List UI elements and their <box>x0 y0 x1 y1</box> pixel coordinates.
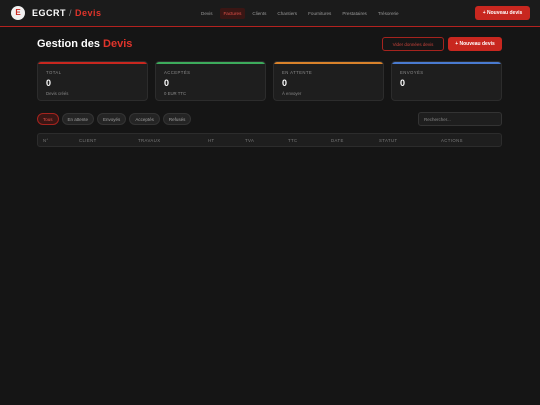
stat-card-pending: EN ATTENTE 0 À envoyer <box>273 61 384 101</box>
column-header-number[interactable]: N° <box>43 138 49 143</box>
column-header-actions[interactable]: ACTIONS <box>441 138 463 143</box>
nav-item-devis[interactable]: Devis <box>197 8 217 19</box>
nav-item-clients[interactable]: Clients <box>248 8 270 19</box>
nav-item-fournitures[interactable]: Fournitures <box>304 8 335 19</box>
stat-card-accent-bar <box>392 62 501 64</box>
stat-card-sent: ENVOYÉS 0 <box>391 61 502 101</box>
stat-label: ENVOYÉS <box>400 70 424 75</box>
nav-item-chantiers[interactable]: Chantiers <box>273 8 301 19</box>
stat-value: 0 <box>400 78 406 88</box>
top-navigation-bar: E EGCRT / Devis Devis Factures Clients Cha… <box>0 0 540 27</box>
search-input[interactable] <box>418 112 502 126</box>
stat-value: 0 <box>46 78 52 88</box>
stat-card-total: TOTAL 0 Devis créés <box>37 61 148 101</box>
stat-label: TOTAL <box>46 70 62 75</box>
new-quote-button[interactable]: + Nouveau devis <box>448 37 502 51</box>
stat-card-accepted: ACCEPTÉS 0 0 EUR TTC <box>155 61 266 101</box>
brand-name-main: EGCRT <box>32 8 66 18</box>
filter-pending[interactable]: En attente <box>61 113 95 125</box>
stat-label: EN ATTENTE <box>282 70 313 75</box>
stat-card-accent-bar <box>38 62 147 64</box>
filter-all[interactable]: Tous <box>37 113 59 125</box>
page-title-accent: Devis <box>103 38 133 50</box>
nav-item-tresorerie[interactable]: Trésorerie <box>374 8 403 19</box>
brand-separator: / <box>69 8 73 18</box>
stat-card-accent-bar <box>274 62 383 64</box>
stat-value: 0 <box>164 78 170 88</box>
stat-value: 0 <box>282 78 288 88</box>
column-header-works[interactable]: TRAVAUX <box>138 138 160 143</box>
nav-item-prestataires[interactable]: Prestataires <box>338 8 371 19</box>
column-header-ttc[interactable]: TTC <box>288 138 298 143</box>
clear-quotes-button[interactable]: Vider données devis <box>382 37 444 51</box>
nav-item-factures[interactable]: Factures <box>219 8 246 19</box>
column-header-date[interactable]: DATE <box>331 138 344 143</box>
filter-accepted[interactable]: Acceptés <box>129 113 160 125</box>
stat-subtext: 0 EUR TTC <box>164 91 187 96</box>
logo-letter: E <box>15 8 21 17</box>
column-header-status[interactable]: STATUT <box>379 138 397 143</box>
stat-subtext: Devis créés <box>46 91 69 96</box>
quotes-table: N° CLIENT TRAVAUX HT TVA TTC DATE STATUT… <box>37 133 502 147</box>
filter-refused[interactable]: Refusés <box>162 113 192 125</box>
main-nav: Devis Factures Clients Chantiers Fournit… <box>197 8 403 19</box>
page-title-main: Gestion des <box>37 38 100 50</box>
filter-sent[interactable]: Envoyés <box>97 113 127 125</box>
logo-icon[interactable]: E <box>11 6 25 20</box>
top-new-quote-button[interactable]: + Nouveau devis <box>475 6 530 20</box>
stat-card-accent-bar <box>156 62 265 64</box>
column-header-ht[interactable]: HT <box>208 138 215 143</box>
stat-subtext: À envoyer <box>282 91 302 96</box>
brand-name-section: Devis <box>75 8 102 18</box>
column-header-tva[interactable]: TVA <box>245 138 254 143</box>
status-filter-group: Tous En attente Envoyés Acceptés Refusés <box>37 113 192 125</box>
stat-label: ACCEPTÉS <box>164 70 191 75</box>
page-title: Gestion des Devis <box>37 38 132 50</box>
column-header-client[interactable]: CLIENT <box>79 138 97 143</box>
brand-name[interactable]: EGCRT / Devis <box>32 8 102 18</box>
